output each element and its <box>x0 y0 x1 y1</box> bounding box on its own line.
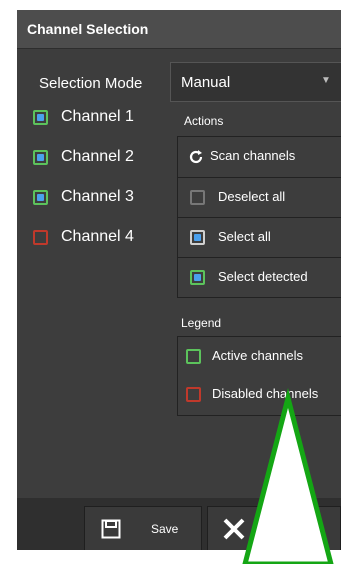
actions-group: Scan channels Deselect all Select all Se… <box>177 136 341 298</box>
title-bar: Channel Selection <box>17 10 341 49</box>
legend-group: Active channels Disabled channels <box>177 336 341 416</box>
select-detected-button[interactable]: Select detected <box>178 257 341 297</box>
select-all-label: Select all <box>218 229 271 244</box>
legend-heading: Legend <box>181 316 222 330</box>
channel-label: Channel 1 <box>61 108 134 125</box>
channel-selection-dialog: Channel Selection Selection Mode Manual … <box>17 10 341 550</box>
channel-label: Channel 4 <box>61 228 134 245</box>
cancel-button[interactable] <box>207 506 341 550</box>
save-label: Save <box>151 522 179 536</box>
legend-disabled-item: Disabled channels <box>178 375 341 415</box>
channel-checkbox-icon[interactable] <box>33 190 48 205</box>
channel-label: Channel 3 <box>61 188 134 205</box>
floppy-disk-icon <box>101 519 121 539</box>
channel-checkbox-icon[interactable] <box>33 230 48 245</box>
legend-active-item: Active channels <box>178 337 341 377</box>
save-button[interactable]: Save <box>84 506 202 550</box>
scan-channels-button[interactable]: Scan channels <box>178 137 341 177</box>
selection-mode-value: Manual <box>181 74 231 91</box>
channel-checkbox-icon[interactable] <box>33 150 48 165</box>
checked-checkbox-icon <box>190 230 205 245</box>
select-detected-label: Select detected <box>218 269 308 284</box>
selection-mode-dropdown[interactable]: Manual ▼ <box>170 62 341 102</box>
channel-checkbox-icon[interactable] <box>33 110 48 125</box>
active-swatch-icon <box>186 349 201 364</box>
channel-label: Channel 2 <box>61 148 134 165</box>
deselect-all-button[interactable]: Deselect all <box>178 177 341 217</box>
selection-mode-label: Selection Mode <box>39 75 143 92</box>
legend-active-label: Active channels <box>212 348 304 363</box>
close-icon <box>223 518 245 540</box>
screenshot: Channel Selection Selection Mode Manual … <box>0 0 341 564</box>
disabled-swatch-icon <box>186 387 201 402</box>
detected-checkbox-icon <box>190 270 205 285</box>
scan-channels-label: Scan channels <box>210 148 296 163</box>
dialog-title: Channel Selection <box>27 21 149 37</box>
refresh-icon <box>189 150 203 164</box>
select-all-button[interactable]: Select all <box>178 217 341 257</box>
actions-heading: Actions <box>184 114 224 128</box>
deselect-all-label: Deselect all <box>218 189 286 204</box>
legend-disabled-label: Disabled channels <box>212 386 319 401</box>
empty-checkbox-icon <box>190 190 205 205</box>
chevron-down-icon: ▼ <box>321 75 331 86</box>
